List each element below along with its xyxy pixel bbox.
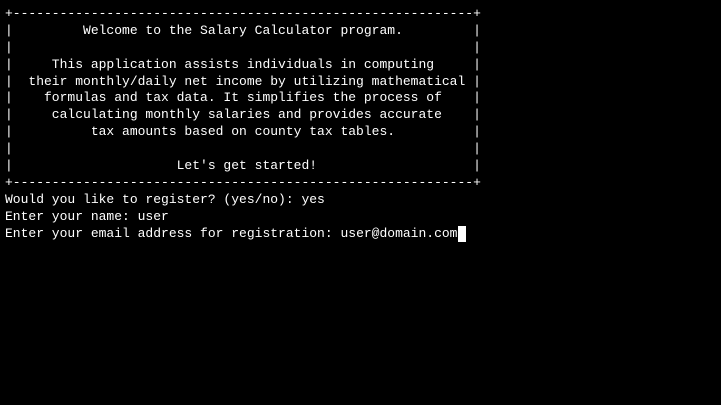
email-line[interactable]: Enter your email address for registratio…	[5, 225, 717, 243]
register-answer: yes	[301, 191, 325, 207]
text-cursor	[457, 225, 466, 242]
email-input[interactable]: user@domain.com	[340, 226, 457, 241]
name-line: Enter your name: user	[5, 209, 717, 226]
name-answer: user	[137, 208, 169, 224]
name-prompt: Enter your name:	[5, 208, 138, 224]
banner-line: | calculating monthly salaries and provi…	[5, 107, 481, 123]
register-prompt: Would you like to register? (yes/no):	[5, 191, 302, 207]
email-prompt: Enter your email address for registratio…	[5, 225, 341, 241]
banner-line: | Let's get started! |	[5, 158, 481, 174]
banner-border-top: +---------------------------------------…	[5, 6, 481, 21]
register-line: Would you like to register? (yes/no): ye…	[5, 192, 717, 209]
banner-line: | tax amounts based on county tax tables…	[5, 124, 481, 140]
banner-line: | their monthly/daily net income by util…	[5, 73, 481, 89]
banner-line: | Welcome to the Salary Calculator progr…	[5, 22, 481, 38]
banner-line: | This application assists individuals i…	[5, 56, 481, 72]
terminal-window[interactable]: +---------------------------------------…	[5, 6, 717, 401]
banner-border-bottom: +---------------------------------------…	[5, 174, 481, 190]
banner-line: | formulas and tax data. It simplifies t…	[5, 90, 481, 106]
banner-line: | |	[5, 39, 481, 55]
banner-line: | |	[5, 141, 481, 157]
